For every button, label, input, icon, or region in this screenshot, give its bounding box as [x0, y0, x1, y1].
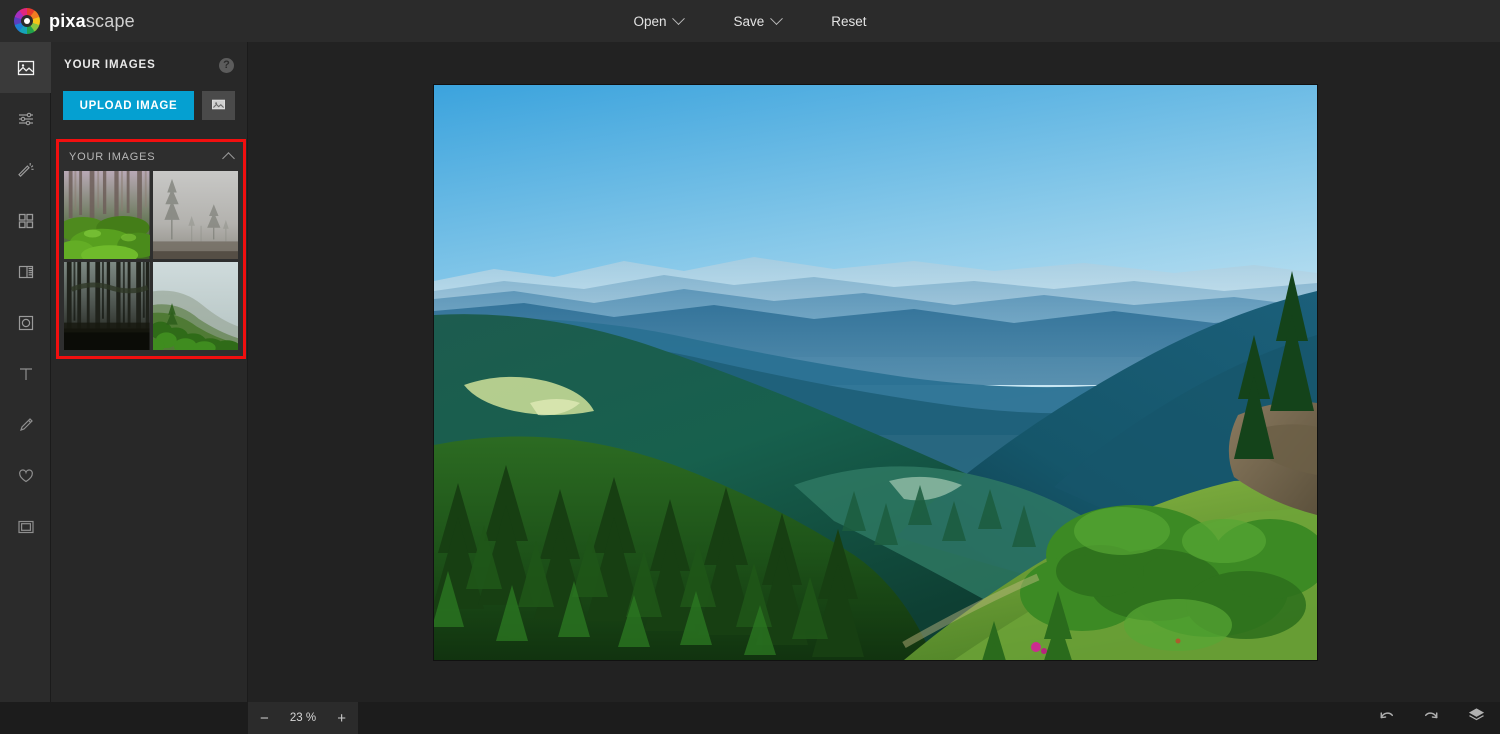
- chevron-down-icon: [672, 11, 686, 25]
- menu-open[interactable]: Open: [629, 9, 687, 34]
- tool-rail: [0, 42, 51, 734]
- thumbnail-dark-misty-forest[interactable]: [64, 262, 150, 350]
- open-image-picker-button[interactable]: [202, 91, 235, 120]
- sliders-icon: [16, 109, 36, 129]
- panel-header: YOUR IMAGES ?: [51, 47, 247, 83]
- zoom-in-button[interactable]: +: [337, 711, 346, 726]
- sidebar-item-effects-tool[interactable]: [0, 144, 51, 195]
- redo-button[interactable]: [1422, 706, 1441, 730]
- zoom-level-value: 23 %: [289, 712, 317, 724]
- sidebar-item-border-tool[interactable]: [0, 501, 51, 552]
- image-icon: [16, 58, 36, 78]
- canvas-area[interactable]: [248, 42, 1500, 702]
- layers-icon: [1467, 706, 1486, 730]
- your-images-section: YOUR IMAGES: [56, 139, 246, 359]
- picture-icon: [210, 96, 227, 116]
- sidebar-item-image-tool[interactable]: [0, 42, 51, 93]
- sidebar-item-draw-tool[interactable]: [0, 399, 51, 450]
- history-controls: [1377, 702, 1486, 734]
- side-panel: YOUR IMAGES ? UPLOAD IMAGE YOUR IMAGES: [51, 42, 248, 734]
- question-mark-icon[interactable]: ?: [219, 57, 234, 73]
- thumbnail-grid: [59, 171, 243, 356]
- heart-icon: [16, 466, 36, 486]
- page-title: YOUR IMAGES: [64, 59, 156, 71]
- main-menu: Open Save Reset: [0, 0, 1500, 42]
- circle-in-square-icon: [16, 313, 36, 333]
- thumbnail-green-hillside[interactable]: [152, 262, 238, 350]
- top-bar: pixascape Open Save Reset: [0, 0, 1500, 42]
- text-t-icon: [16, 364, 36, 384]
- redo-arrow-icon: [1422, 706, 1441, 730]
- bottom-bar: − 23 % +: [0, 702, 1500, 734]
- zoom-controls: − 23 % +: [248, 702, 358, 734]
- thumbnail-foggy-pines[interactable]: [152, 171, 238, 259]
- upload-image-button[interactable]: UPLOAD IMAGE: [63, 91, 194, 120]
- thumbnail-mossy-forest[interactable]: [64, 171, 150, 259]
- sidebar-item-filters-tool[interactable]: [0, 195, 51, 246]
- sidebar-item-shapes-tool[interactable]: [0, 297, 51, 348]
- upload-row: UPLOAD IMAGE: [51, 83, 247, 120]
- magic-wand-icon: [16, 160, 36, 180]
- menu-reset-label: Reset: [831, 13, 867, 29]
- undo-arrow-icon: [1377, 706, 1396, 730]
- pen-icon: [16, 415, 36, 435]
- pixascape-editor: pixascape Open Save Reset YOUR IMAGES ? …: [0, 0, 1500, 734]
- frame-border-icon: [16, 517, 36, 537]
- chevron-up-icon[interactable]: [222, 151, 235, 165]
- menu-open-label: Open: [633, 13, 667, 29]
- your-images-section-header[interactable]: YOUR IMAGES: [59, 142, 243, 171]
- menu-reset[interactable]: Reset: [827, 9, 870, 34]
- zoom-out-button[interactable]: −: [260, 711, 269, 726]
- your-images-section-title: YOUR IMAGES: [69, 150, 156, 163]
- undo-button[interactable]: [1377, 706, 1396, 730]
- sidebar-item-frames-tool[interactable]: [0, 246, 51, 297]
- menu-save-label: Save: [733, 13, 765, 29]
- canvas-image[interactable]: [434, 85, 1317, 660]
- sidebar-item-text-tool[interactable]: [0, 348, 51, 399]
- menu-save[interactable]: Save: [729, 9, 785, 34]
- layers-button[interactable]: [1467, 706, 1486, 730]
- filmstrip-icon: [16, 262, 36, 282]
- chevron-down-icon: [770, 11, 784, 25]
- sidebar-item-stickers-tool[interactable]: [0, 450, 51, 501]
- grid-four-squares-icon: [16, 211, 36, 231]
- sidebar-item-adjust-tool[interactable]: [0, 93, 51, 144]
